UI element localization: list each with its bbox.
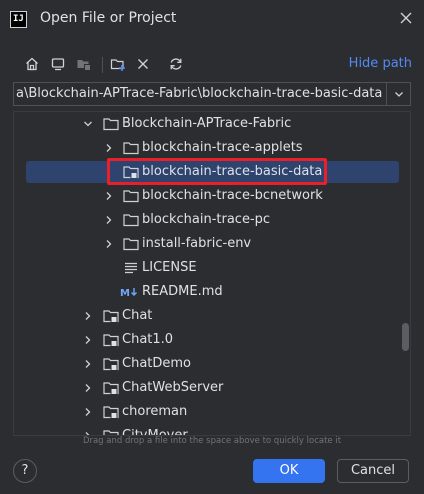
module-folder-icon bbox=[103, 382, 119, 395]
help-button[interactable]: ? bbox=[13, 459, 37, 483]
folder-icon bbox=[103, 118, 119, 131]
chevron-down-icon[interactable] bbox=[82, 118, 94, 130]
chevron-right-icon[interactable] bbox=[103, 190, 115, 202]
tree-item-blockchain-trace-bcnetwork[interactable]: blockchain-trace-bcnetwork bbox=[14, 184, 410, 208]
annotation-highlight-box bbox=[107, 158, 327, 185]
chevron-right-icon[interactable] bbox=[103, 214, 115, 226]
tree-item-blockchain-trace-pc[interactable]: blockchain-trace-pc bbox=[14, 208, 410, 232]
chevron-right-icon[interactable] bbox=[82, 310, 94, 322]
tree-item-chatdemo[interactable]: ChatDemo bbox=[14, 352, 410, 376]
tree-item-label: README.md bbox=[142, 284, 223, 299]
hide-path-link[interactable]: Hide path bbox=[349, 56, 412, 71]
tree-item-citymover[interactable]: CityMover bbox=[14, 424, 410, 436]
tree-item-chatwebserver[interactable]: ChatWebServer bbox=[14, 376, 410, 400]
refresh-icon[interactable] bbox=[164, 52, 188, 76]
markdown-file-icon: M bbox=[120, 288, 137, 299]
path-input[interactable]: a\Blockchain-APTrace-Fabric\blockchain-t… bbox=[13, 82, 386, 106]
tree-item-install-fabric-env[interactable]: install-fabric-env bbox=[14, 232, 410, 256]
home-icon[interactable] bbox=[20, 52, 44, 76]
tree-item-label: blockchain-trace-pc bbox=[142, 212, 271, 227]
ok-button[interactable]: OK bbox=[253, 459, 325, 483]
module-folder-icon bbox=[103, 358, 119, 371]
tree-item-label: install-fabric-env bbox=[142, 236, 252, 251]
tree-item-label: blockchain-trace-applets bbox=[142, 140, 303, 155]
chevron-right-icon[interactable] bbox=[82, 358, 94, 370]
intellij-logo-icon: IJ bbox=[10, 11, 27, 28]
tree-item-blockchain-aptrace-fabric[interactable]: Blockchain-APTrace-Fabric bbox=[14, 112, 410, 136]
window-title: Open File or Project bbox=[40, 10, 177, 26]
folder-icon bbox=[123, 214, 139, 227]
new-folder-icon[interactable] bbox=[106, 52, 130, 76]
cancel-button[interactable]: Cancel bbox=[337, 459, 409, 483]
tree-item-license[interactable]: LICENSE bbox=[14, 256, 410, 280]
tree-item-label: choreman bbox=[122, 404, 188, 419]
tree-item-label: LICENSE bbox=[142, 260, 197, 275]
tree-item-label: Blockchain-APTrace-Fabric bbox=[122, 116, 292, 131]
tree-item-label: CityMover bbox=[122, 428, 188, 436]
chevron-down-icon bbox=[394, 92, 403, 97]
tree-item-choreman[interactable]: choreman bbox=[14, 400, 410, 424]
desktop-icon[interactable] bbox=[46, 52, 70, 76]
toolbar-separator bbox=[102, 57, 103, 73]
chevron-right-icon[interactable] bbox=[82, 334, 94, 346]
chevron-right-icon[interactable] bbox=[103, 238, 115, 250]
chevron-right-icon[interactable] bbox=[103, 142, 115, 154]
tree-item-blockchain-trace-applets[interactable]: blockchain-trace-applets bbox=[14, 136, 410, 160]
module-folder-icon bbox=[103, 406, 119, 419]
module-folder-icon bbox=[103, 334, 119, 347]
tree-item-chat[interactable]: Chat bbox=[14, 304, 410, 328]
title-bar: IJ Open File or Project bbox=[0, 0, 424, 40]
drag-drop-hint: Drag and drop a file into the space abov… bbox=[82, 436, 342, 446]
module-folder-icon bbox=[103, 430, 119, 435]
path-history-dropdown[interactable] bbox=[386, 82, 411, 106]
folder-icon bbox=[123, 190, 139, 203]
tree-item-chat1-0[interactable]: Chat1.0 bbox=[14, 328, 410, 352]
module-folder-icon bbox=[103, 310, 119, 323]
delete-icon[interactable] bbox=[131, 52, 155, 76]
svg-text:M: M bbox=[120, 288, 130, 299]
tree-item-label: Chat1.0 bbox=[122, 332, 174, 347]
text-file-icon bbox=[125, 262, 137, 274]
tree-item-label: blockchain-trace-bcnetwork bbox=[142, 188, 323, 203]
tree-scrollbar[interactable] bbox=[402, 323, 409, 351]
close-icon[interactable] bbox=[396, 8, 416, 28]
folder-icon bbox=[123, 238, 139, 251]
file-tree[interactable]: Blockchain-APTrace-Fabric blockchain-tra… bbox=[13, 111, 411, 436]
project-directory-icon bbox=[72, 52, 96, 76]
tree-item-readme[interactable]: M README.md bbox=[14, 280, 410, 304]
chevron-right-icon[interactable] bbox=[82, 406, 94, 418]
folder-icon bbox=[123, 142, 139, 155]
path-field: a\Blockchain-APTrace-Fabric\blockchain-t… bbox=[13, 82, 411, 106]
toolbar: Hide path bbox=[0, 52, 424, 78]
tree-item-label: ChatWebServer bbox=[122, 380, 224, 395]
tree-item-label: Chat bbox=[122, 308, 153, 323]
chevron-right-icon[interactable] bbox=[82, 382, 94, 394]
tree-item-label: ChatDemo bbox=[122, 356, 192, 371]
